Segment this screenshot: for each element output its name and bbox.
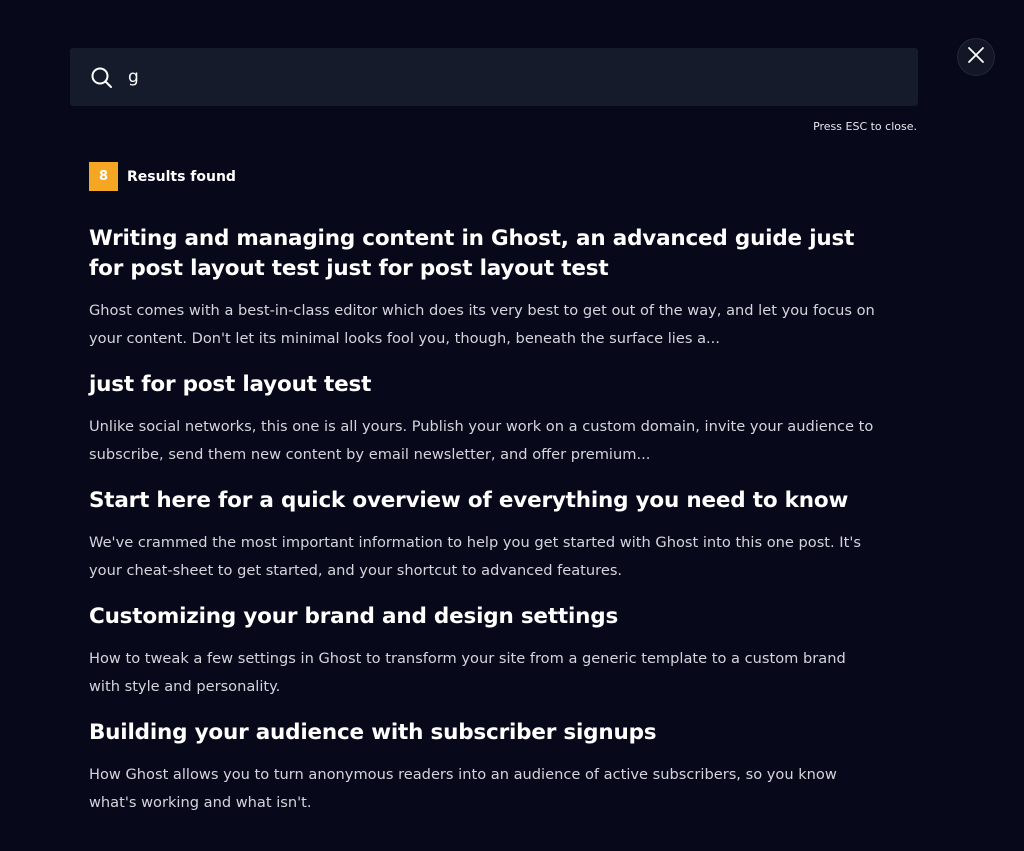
- results-list: Writing and managing content in Ghost, a…: [89, 224, 879, 834]
- search-icon: [90, 66, 114, 90]
- close-button[interactable]: [957, 38, 995, 76]
- result-item[interactable]: Customizing your brand and design settin…: [89, 602, 879, 701]
- result-item[interactable]: Writing and managing content in Ghost, a…: [89, 224, 879, 353]
- result-excerpt: Ghost comes with a best-in-class editor …: [89, 302, 875, 347]
- results-count-badge: 8: [89, 162, 118, 191]
- result-title[interactable]: Building your audience with subscriber s…: [89, 718, 879, 748]
- search-input[interactable]: [128, 48, 888, 106]
- result-excerpt: How Ghost allows you to turn anonymous r…: [89, 766, 837, 811]
- result-title[interactable]: Writing and managing content in Ghost, a…: [89, 224, 879, 284]
- result-excerpt: How to tweak a few settings in Ghost to …: [89, 650, 846, 695]
- result-title[interactable]: Customizing your brand and design settin…: [89, 602, 879, 632]
- results-header: 8 Results found: [89, 162, 236, 191]
- result-item[interactable]: Building your audience with subscriber s…: [89, 718, 879, 817]
- esc-hint: Press ESC to close.: [813, 120, 917, 133]
- results-label: Results found: [127, 168, 236, 185]
- result-excerpt: We've crammed the most important informa…: [89, 534, 861, 579]
- close-icon: [967, 46, 985, 68]
- result-excerpt: Unlike social networks, this one is all …: [89, 418, 874, 463]
- result-title[interactable]: just for post layout test: [89, 370, 879, 400]
- result-item[interactable]: just for post layout test Unlike social …: [89, 370, 879, 469]
- result-item[interactable]: Start here for a quick overview of every…: [89, 486, 879, 585]
- search-bar: [70, 48, 918, 106]
- result-title[interactable]: Start here for a quick overview of every…: [89, 486, 879, 516]
